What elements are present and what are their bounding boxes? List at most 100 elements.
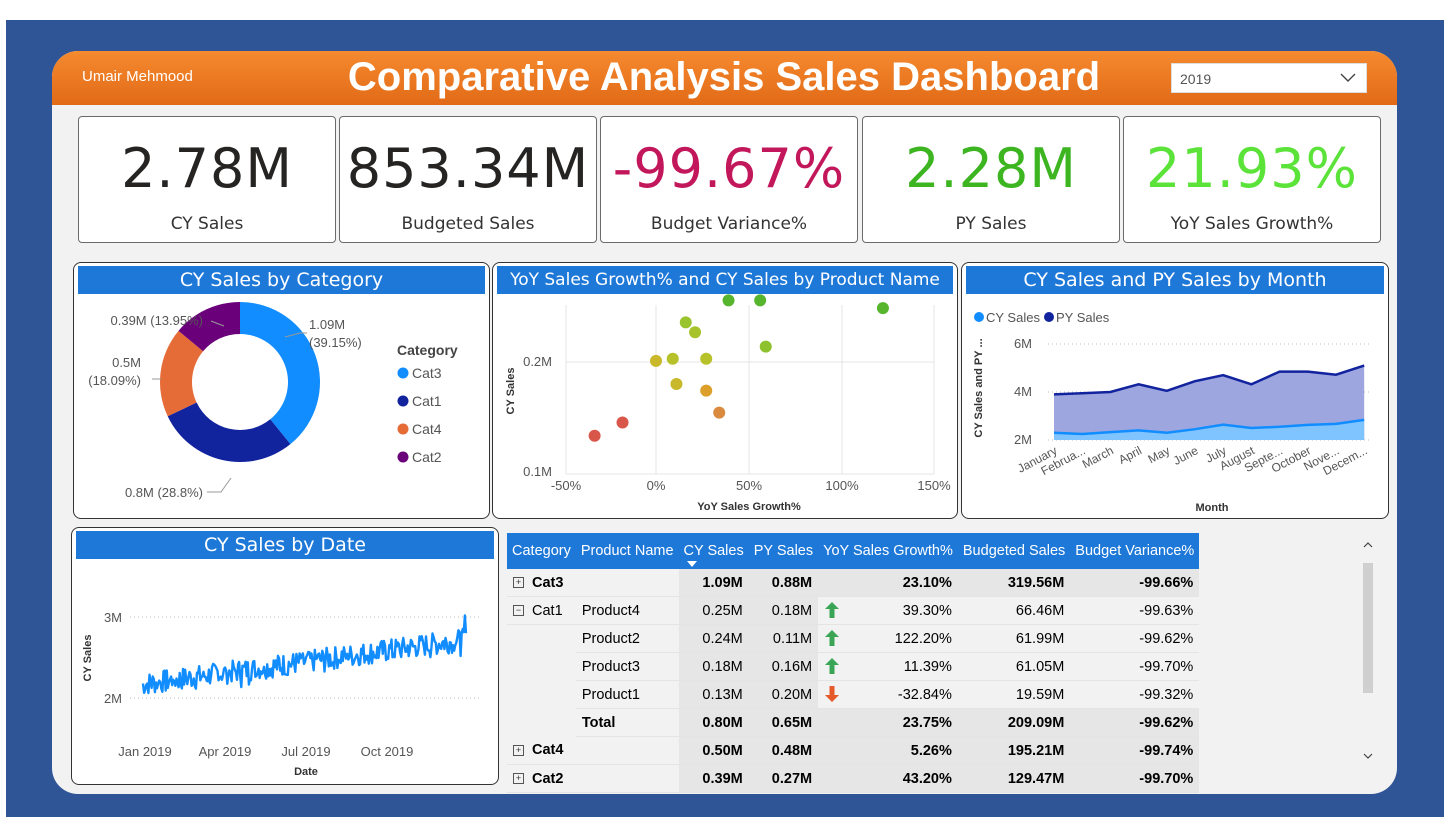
x-tick-label: Oct 2019 (361, 744, 414, 759)
kpi-value: 21.93% (1146, 137, 1358, 200)
column-header-product[interactable]: Product Name (575, 533, 679, 569)
scroll-down-icon[interactable] (1363, 753, 1373, 759)
scroll-up-icon[interactable] (1363, 542, 1373, 548)
sales-matrix[interactable]: Category Product Name CY Sales PY Sales … (507, 533, 1200, 793)
donut-chart-panel[interactable]: CY Sales by Category 1.09M (39.15%) 0.8M (… (73, 262, 490, 519)
cell-category[interactable]: + Cat3 (507, 569, 576, 597)
data-label: 1.09M (309, 317, 345, 332)
scatter-point[interactable] (679, 316, 692, 329)
kpi-budgeted-sales[interactable]: 853.34M Budgeted Sales (339, 116, 597, 243)
scroll-thumb[interactable] (1363, 563, 1373, 693)
monthly-chart-panel[interactable]: CY Sales and PY Sales by Month CY Sales … (961, 262, 1389, 519)
scatter-point[interactable] (700, 384, 713, 397)
yoy-value: 23.75% (902, 714, 952, 731)
cell-budget-variance: -99.66% (1070, 569, 1200, 597)
scatter-point[interactable] (689, 326, 702, 339)
kpi-budget-variance[interactable]: -99.67% Budget Variance% (600, 116, 858, 243)
yoy-value: 5.26% (910, 742, 952, 759)
x-tick-label: Jul 2019 (281, 744, 330, 759)
cell-budget-variance: -99.32% (1070, 680, 1200, 709)
cell-yoy-growth: 23.75% (818, 708, 958, 737)
table-scrollbar[interactable] (1360, 533, 1376, 771)
table-row[interactable]: − Cat1 Product4 0.25M 0.18M 39.30% 66.46M -99.6… (507, 596, 1200, 625)
x-tick-label: May (1146, 443, 1173, 466)
arrow-up-icon (825, 630, 840, 646)
scatter-point[interactable] (670, 378, 683, 390)
table-row[interactable]: + Cat4 0.50M 0.48M 5.26% 195.21M -99.74% (507, 736, 1200, 765)
x-tick-label: 50% (736, 478, 762, 493)
data-label: 0.39M (13.95%) (111, 313, 204, 328)
x-tick-label: Apr 2019 (199, 744, 252, 759)
column-header-category[interactable]: Category (507, 533, 576, 569)
author-name: Umair Mehmood (82, 68, 193, 85)
table-row[interactable]: + Cat2 0.39M 0.27M 43.20% 129.47M -99.70% (507, 764, 1200, 793)
collapse-icon[interactable]: − (513, 605, 524, 617)
table-row[interactable]: Product1 0.13M 0.20M -32.84% 19.59M -99.32% (507, 680, 1200, 709)
daily-line-chart-panel[interactable]: CY Sales by Date 3M 2M CY Sales Jan 2019… (71, 527, 499, 785)
cell-yoy-growth: 39.30% (818, 596, 958, 625)
y-tick-label: 2M (1014, 432, 1032, 447)
kpi-py-sales[interactable]: 2.28M PY Sales (862, 116, 1120, 243)
column-header-py-sales[interactable]: PY Sales (748, 533, 819, 569)
scatter-point[interactable] (616, 416, 629, 429)
donut-slice-cat3[interactable] (240, 302, 321, 445)
scatter-chart: -50% 0% 50% 100% 150% 0.1M 0.2M YoY Sale… (505, 294, 951, 513)
cell-budget-variance: -99.63% (1070, 596, 1200, 625)
column-header-cy-sales[interactable]: CY Sales (678, 533, 749, 569)
scatter-chart-panel[interactable]: YoY Sales Growth% and CY Sales by Produc… (492, 262, 958, 519)
scatter-point[interactable] (713, 406, 726, 419)
expand-icon[interactable]: + (513, 744, 524, 756)
scatter-point[interactable] (700, 352, 713, 365)
scatter-point[interactable] (666, 352, 679, 365)
cy-sales-line (141, 614, 468, 695)
scatter-point[interactable] (650, 354, 662, 367)
cell-cy-sales: 0.80M (678, 708, 749, 737)
y-axis-title: CY Sales and PY ... (973, 338, 985, 437)
cell-budget-variance: -99.74% (1070, 736, 1200, 765)
x-tick-label: 100% (825, 478, 859, 493)
cell-category[interactable]: + Cat4 (507, 736, 576, 765)
legend-label: CY Sales (986, 310, 1040, 325)
legend-label[interactable]: Cat1 (412, 393, 442, 409)
x-tick-label: June (1171, 443, 1201, 468)
x-tick-label: 0% (647, 478, 666, 493)
kpi-label: PY Sales (955, 214, 1027, 234)
scatter-point[interactable] (754, 294, 767, 307)
column-header-yoy-growth[interactable]: YoY Sales Growth% (818, 533, 958, 569)
kpi-yoy-growth[interactable]: 21.93% YoY Sales Growth% (1123, 116, 1381, 243)
data-label-leader (207, 477, 232, 493)
expand-icon[interactable]: + (513, 773, 524, 785)
donut-slice-cat1[interactable] (167, 402, 291, 462)
table-row[interactable]: Product3 0.18M 0.16M 11.39% 61.05M -99.70% (507, 652, 1200, 681)
legend-label[interactable]: Cat2 (412, 449, 442, 465)
cell-py-sales: 0.18M (748, 596, 819, 625)
category-label: Cat2 (532, 770, 564, 787)
legend-label[interactable]: Cat3 (412, 365, 442, 381)
table-row[interactable]: + Cat3 1.09M 0.88M 23.10% 319.56M -99.66% (507, 569, 1200, 597)
kpi-label: CY Sales (170, 214, 244, 234)
data-label: 0.5M (112, 355, 141, 370)
kpi-value: -99.67% (612, 137, 846, 200)
cell-py-sales: 0.20M (748, 680, 819, 709)
cell-yoy-growth: 23.10% (818, 569, 958, 597)
year-slicer-dropdown[interactable]: 2019 (1171, 63, 1367, 93)
category-label: Cat3 (532, 574, 564, 591)
x-axis-title: Date (294, 766, 318, 778)
column-header-budgeted-sales[interactable]: Budgeted Sales (957, 533, 1071, 569)
scatter-point[interactable] (759, 340, 772, 353)
cell-category[interactable]: − Cat1 (507, 596, 576, 625)
legend-label[interactable]: Cat4 (412, 421, 442, 437)
scatter-point[interactable] (876, 302, 889, 315)
table-row[interactable]: Product2 0.24M 0.11M 122.20% 61.99M -99.62% (507, 624, 1200, 653)
kpi-value: 2.78M (121, 137, 293, 200)
table-row[interactable]: Total 0.80M 0.65M 23.75% 209.09M -99.62% (507, 708, 1200, 737)
scatter-point[interactable] (588, 429, 601, 442)
expand-icon[interactable]: + (513, 577, 524, 589)
cell-product (575, 764, 679, 793)
legend-title: Category (397, 342, 458, 358)
cell-budget-variance: -99.70% (1070, 764, 1200, 793)
kpi-cy-sales[interactable]: 2.78M CY Sales (78, 116, 336, 243)
column-header-budget-variance[interactable]: Budget Variance% (1070, 533, 1200, 569)
scatter-point[interactable] (722, 294, 735, 307)
cell-category[interactable]: + Cat2 (507, 764, 576, 793)
